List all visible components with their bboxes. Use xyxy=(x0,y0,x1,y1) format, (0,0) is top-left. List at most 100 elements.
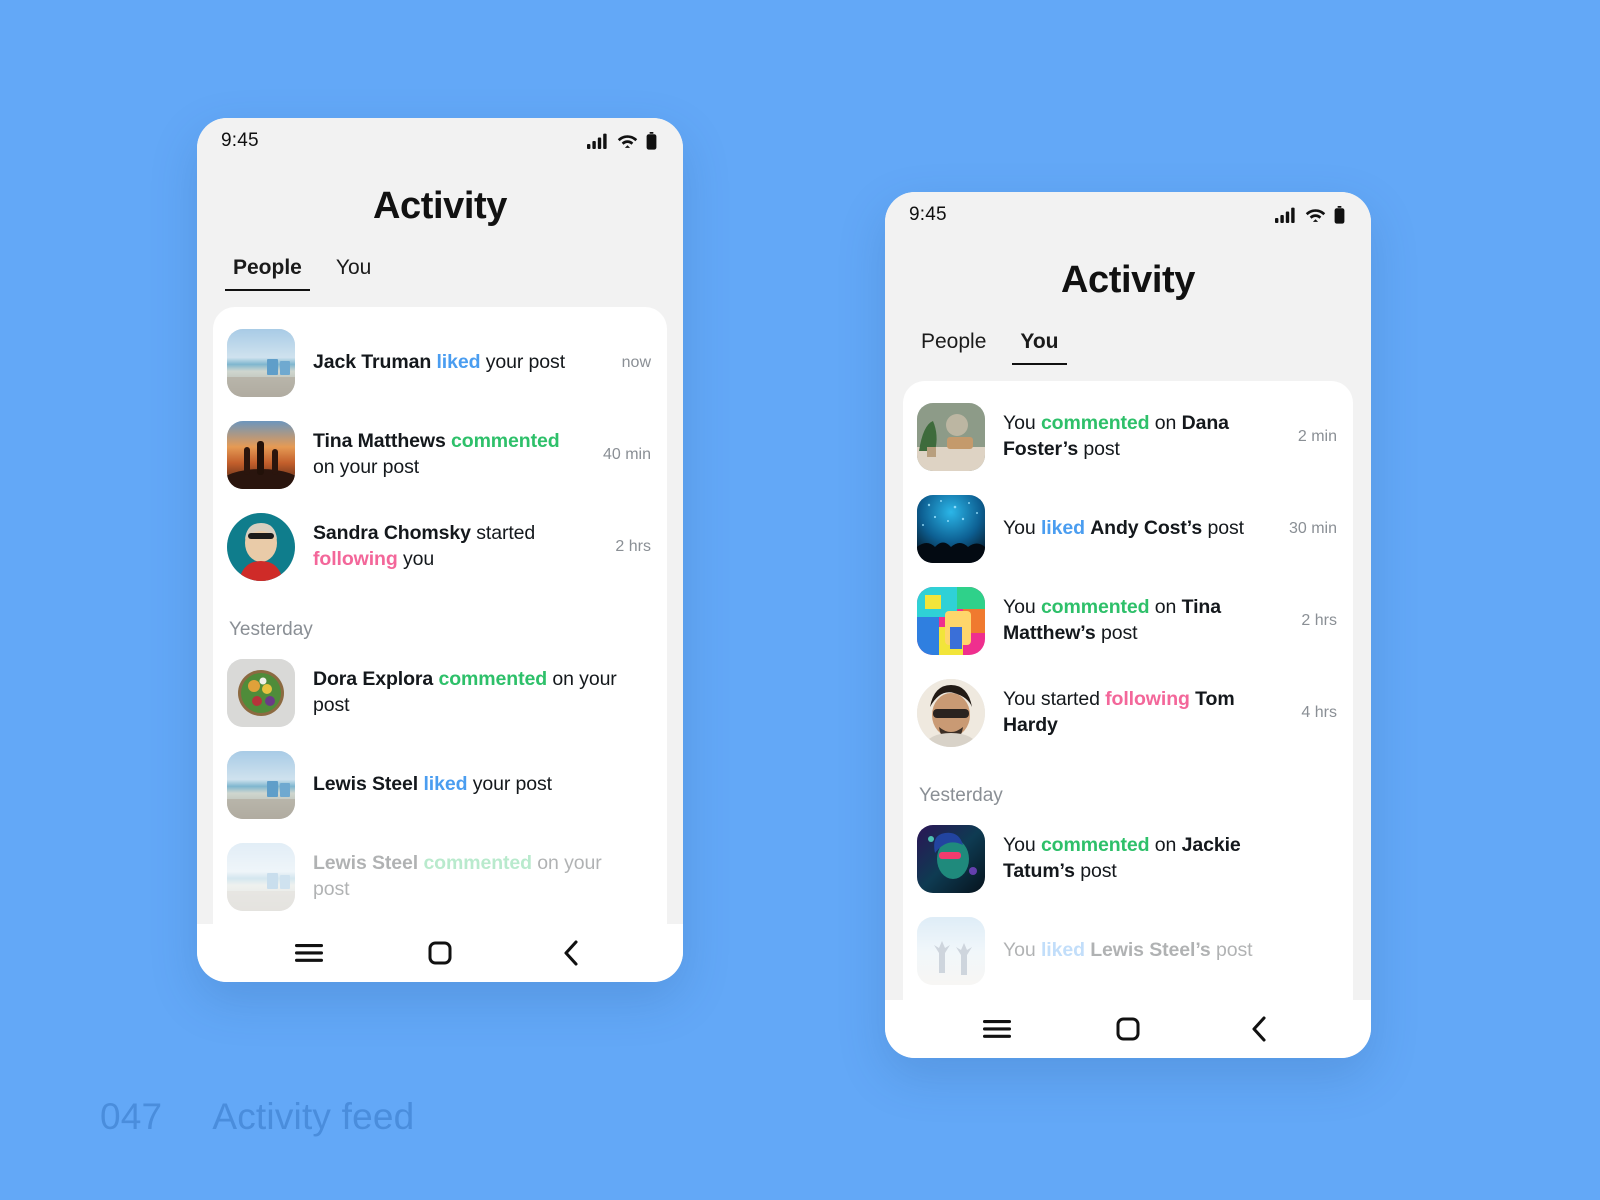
activity-text-part: Dora Explora xyxy=(313,668,439,691)
activity-row[interactable]: You commented on Dana Foster’s post 2 min xyxy=(903,391,1353,483)
nav-button-menu[interactable] xyxy=(281,933,337,973)
tab-people[interactable]: People xyxy=(225,256,310,291)
activity-timestamp: 40 min xyxy=(602,445,651,463)
status-bar: 9:45 xyxy=(885,192,1371,238)
system-nav-bar xyxy=(885,1000,1371,1058)
activity-text-part: You xyxy=(1003,516,1041,539)
activity-row[interactable]: Lewis Steel commented on your post xyxy=(213,831,667,923)
page-title: Activity xyxy=(372,185,508,227)
activity-timestamp: 2 min xyxy=(1297,427,1337,445)
activity-row[interactable]: You liked Lewis Steel’s post xyxy=(903,905,1353,997)
activity-text-part: Andy Cost’s xyxy=(1090,516,1203,539)
status-bar-icons xyxy=(1275,206,1345,224)
app-header: Activity People You xyxy=(885,238,1371,381)
salad-bowl-photo[interactable] xyxy=(227,658,295,727)
activity-text-part: commented xyxy=(1040,596,1150,619)
home-icon[interactable] xyxy=(427,940,453,966)
living-room-photo[interactable] xyxy=(917,402,985,471)
system-nav-bar xyxy=(197,924,683,982)
activity-text: Tina Matthews commented on your post xyxy=(313,429,585,480)
activity-row[interactable]: You commented on Tina Matthew’s post 2 hr… xyxy=(903,575,1353,667)
friends-sunset-photo[interactable] xyxy=(227,420,295,489)
status-bar-icons xyxy=(587,132,657,150)
wifi-icon xyxy=(1305,209,1326,222)
activity-text-part: liked xyxy=(423,772,468,795)
activity-text-part: You xyxy=(1003,412,1041,435)
battery-icon xyxy=(646,132,657,150)
activity-timestamp: 2 hrs xyxy=(1301,611,1337,629)
activity-text-part: You xyxy=(1003,938,1041,961)
concert-crowd-photo[interactable] xyxy=(917,494,985,563)
caption-number: 047 xyxy=(100,1096,163,1137)
page-title: Activity xyxy=(1060,259,1196,301)
activity-text-part: You started xyxy=(1003,688,1106,711)
battery-icon xyxy=(1334,206,1345,224)
activity-row[interactable]: Dora Explora commented on your post xyxy=(213,647,667,739)
beach-chairs-photo[interactable] xyxy=(227,842,295,911)
back-icon[interactable] xyxy=(1249,1015,1269,1043)
activity-text-part: Lewis Steel xyxy=(313,852,424,875)
home-icon[interactable] xyxy=(1115,1016,1141,1042)
colorful-wall-photo[interactable] xyxy=(917,586,985,655)
activity-text: Dora Explora commented on your post xyxy=(313,667,633,718)
phone-frame-phone-people: 9:45 Activity People You Jack Truman liked y… xyxy=(197,118,683,982)
activity-text-part: following xyxy=(313,547,398,570)
nav-button-home[interactable] xyxy=(1100,1009,1156,1049)
beach-people-photo[interactable] xyxy=(917,916,985,985)
activity-text-part: commented xyxy=(1040,834,1150,857)
tab-people[interactable]: People xyxy=(913,330,994,365)
activity-row[interactable]: Sandra Chomsky started following you 2 hr… xyxy=(213,501,667,593)
activity-text: You liked Andy Cost’s post xyxy=(1003,516,1271,542)
nav-button-back[interactable] xyxy=(543,933,599,973)
activity-text: Sandra Chomsky started following you xyxy=(313,521,597,572)
activity-text-part: started xyxy=(476,522,536,545)
back-icon[interactable] xyxy=(561,939,581,967)
wifi-icon xyxy=(617,135,638,148)
status-bar-clock: 9:45 xyxy=(221,130,259,151)
caption: 047 Activity feed xyxy=(100,1096,414,1138)
menu-icon[interactable] xyxy=(294,942,324,964)
activity-row[interactable]: You liked Andy Cost’s post 30 min xyxy=(903,483,1353,575)
activity-text-part: on xyxy=(1149,412,1182,435)
activity-timestamp: now xyxy=(621,353,651,371)
activity-row[interactable]: Jack Truman liked your post now xyxy=(213,317,667,409)
beach-chairs-photo[interactable] xyxy=(227,750,295,819)
activity-text-part: Tina Matthews xyxy=(313,430,452,453)
activity-row[interactable]: Tina Matthews commented on your post 40 m… xyxy=(213,409,667,501)
activity-text: You commented on Tina Matthew’s post xyxy=(1003,595,1283,646)
activity-row[interactable]: You commented on Jackie Tatum’s post xyxy=(903,813,1353,905)
nav-button-menu[interactable] xyxy=(969,1009,1025,1049)
activity-timestamp: 4 hrs xyxy=(1301,703,1337,721)
activity-text-part: on your post xyxy=(313,455,420,478)
nav-button-home[interactable] xyxy=(412,933,468,973)
activity-text-part: post xyxy=(1074,859,1117,882)
tab-bar: People You xyxy=(885,302,1371,381)
activity-list[interactable]: Jack Truman liked your post now Tina Matth… xyxy=(213,306,667,924)
nav-button-back[interactable] xyxy=(1231,1009,1287,1049)
activity-row[interactable]: You started following Tom Hardy 4 hrs xyxy=(903,667,1353,759)
tab-you[interactable]: You xyxy=(328,256,379,291)
tab-you[interactable]: You xyxy=(1012,330,1067,365)
activity-text: You commented on Dana Foster’s post xyxy=(1003,411,1280,462)
activity-list[interactable]: You commented on Dana Foster’s post 2 min… xyxy=(903,380,1353,1000)
menu-icon[interactable] xyxy=(982,1018,1012,1040)
activity-text-part: commented xyxy=(1040,412,1150,435)
beach-chairs-photo[interactable] xyxy=(227,328,295,397)
activity-text-part: you xyxy=(397,547,435,570)
activity-text-part: post xyxy=(1210,938,1253,961)
activity-text-part: Jack Truman xyxy=(313,350,437,373)
activity-text: You liked Lewis Steel’s post xyxy=(1003,938,1319,964)
activity-text-part: Lewis Steel’s xyxy=(1090,938,1211,961)
activity-text-part: post xyxy=(1078,437,1120,460)
woman-teal-portrait[interactable] xyxy=(227,512,295,581)
activity-text-part: following xyxy=(1105,688,1190,711)
activity-text: Jack Truman liked your post xyxy=(313,350,604,376)
section-day-label: Yesterday xyxy=(919,784,1003,806)
man-sunglasses-portrait[interactable] xyxy=(917,678,985,747)
activity-text-part: commented xyxy=(438,668,548,691)
neon-portrait-photo[interactable] xyxy=(917,824,985,893)
activity-text: You started following Tom Hardy xyxy=(1003,687,1283,738)
activity-row[interactable]: Lewis Steel liked your post xyxy=(213,739,667,831)
status-bar: 9:45 xyxy=(197,118,683,164)
activity-timestamp: 2 hrs xyxy=(615,537,651,555)
